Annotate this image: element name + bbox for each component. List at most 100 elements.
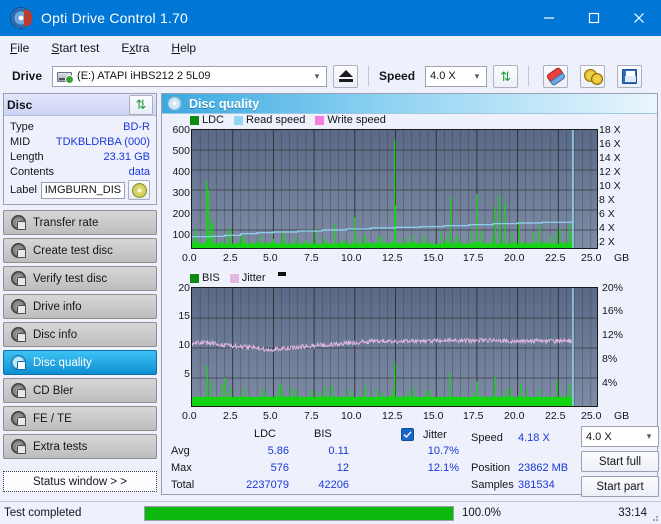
x-tick: 20.0 [504,410,525,422]
speed-select-value: 4.0 X [430,70,456,82]
x-axis-unit: GB [614,410,630,422]
disc-label-field[interactable]: IMGBURN_DIS [40,181,125,199]
sidebar-item-verify-test-disc[interactable]: Verify test disc [3,266,157,291]
position-stat-label: Position [471,462,511,474]
disc-label-row: Label IMGBURN_DIS [10,180,150,200]
drive-select[interactable]: (E:) ATAPI iHBS212 2 5L09 ▾ [52,65,328,87]
toolbar-divider [368,66,370,86]
toolbar-divider [528,66,530,86]
sidebar-item-label: Disc quality [33,356,92,369]
disc-row-key: MID [10,135,31,148]
status-window-button[interactable]: Status window > > [3,471,157,492]
y-tick-right: 6 X [599,208,615,220]
legend-swatch [234,115,244,125]
y-tick-right: 4 X [599,222,615,234]
sidebar-item-create-test-disc[interactable]: Create test disc [3,238,157,263]
erase-button[interactable] [543,64,569,88]
window-title: Opti Drive Control 1.70 [41,10,188,26]
sidebar-item-drive-info[interactable]: Drive info [3,294,157,319]
disc-row-value: BD-R [123,120,150,133]
x-tick: 5.0 [263,410,278,422]
legend-entry-read-speed: Read speed [234,114,305,126]
speed-select[interactable]: 4.0 X ▾ [425,65,488,87]
x-tick: 2.5 [223,410,238,422]
sidebar-item-disc-quality[interactable]: Disc quality [3,350,157,375]
x-tick: 25.0 [581,410,602,422]
speed-stat-label: Speed [471,432,503,444]
progress-bar [144,505,454,521]
menu-item-file[interactable]: FFileile [8,39,31,57]
start-part-button[interactable]: Start part [581,476,659,497]
maximize-icon[interactable] [571,0,616,36]
test-speed-select[interactable]: 4.0 X ▾ [581,426,659,447]
start-full-button[interactable]: Start full [581,451,659,472]
disc-row-length: Length 23.31 GB [10,149,150,164]
drive-icon [57,69,75,84]
x-tick: 15.0 [423,410,444,422]
disc-quality-panel: Disc quality LDC Read speed Write speed … [161,93,659,497]
x-tick: 0.0 [182,252,197,264]
menu-item-start-test[interactable]: Start test [49,39,101,57]
sidebar-item-fe-te[interactable]: FE / TE [3,406,157,431]
y-tick-right: 14 X [599,152,621,164]
disc-row-value: data [128,165,150,178]
y-tick-right: 12 X [599,166,621,178]
x-tick: 15.0 [423,252,444,264]
title-bar: Opti Drive Control 1.70 [0,0,661,36]
legend-swatch [229,273,239,283]
bis-avg-value: 0.11 [328,445,349,457]
jitter-checkbox[interactable] [401,428,414,441]
gears-icon [584,68,604,85]
settings-button[interactable] [580,64,606,88]
bis-total-value: 42206 [318,479,349,491]
y-tick-right: 4% [602,377,618,389]
y-tick-right: 16% [602,305,624,317]
status-bar: Test completed 100.0% 33:14 [0,501,661,524]
sidebar-item-cd-bler[interactable]: CD Bler [3,378,157,403]
cd-icon [131,182,147,198]
jitter-label: Jitter [423,429,447,441]
sidebar-item-disc-info[interactable]: Disc info [3,322,157,347]
eject-button[interactable] [333,64,359,88]
bis-chart: BIS Jitter 20 15 10 5 20% 16% 12% 8% 4% … [162,272,657,424]
x-tick: 25.0 [581,252,602,264]
save-button[interactable] [617,64,643,88]
y-tick-right: 8% [602,353,618,365]
ldc-plot-area [191,129,598,249]
jitter-avg-value: 10.7% [427,445,459,457]
menu-item-extra[interactable]: Extra [119,39,151,57]
x-tick: 22.5 [545,410,566,422]
eraser-icon [545,66,566,86]
y-tick-right: 18 X [599,124,621,136]
bis-chart-legend: BIS Jitter [190,272,286,284]
legend-label: BIS [202,272,220,284]
resize-grip-icon[interactable] [649,512,659,522]
close-icon[interactable] [616,0,661,36]
minimize-icon[interactable] [526,0,571,36]
x-tick: 7.5 [304,410,319,422]
disc-refresh-button[interactable]: ⇅ [129,94,153,115]
stats-col-ldc: LDC [254,428,277,440]
disc-test-icon [11,355,26,370]
refresh-button[interactable]: ⇅ [493,64,519,88]
app-disc-icon [10,7,32,29]
disc-row-mid: MID TDKBLDRBA (000) [10,134,150,149]
page-title: Disc quality [189,96,260,111]
legend-swatch [315,115,325,125]
sidebar-item-transfer-rate[interactable]: Transfer rate [3,210,157,235]
test-speed-value: 4.0 X [586,430,612,443]
samples-stat-label: Samples [471,479,514,491]
menu-item-help[interactable]: Help [169,39,198,57]
stats-row-avg: Avg [171,445,190,457]
x-tick: 17.5 [463,252,484,264]
window-controls [526,0,661,36]
disc-label-button[interactable] [128,180,150,200]
sidebar-item-label: Create test disc [33,244,113,257]
disc-panel-title: Disc [7,97,33,112]
drive-select-value: (E:) ATAPI iHBS212 2 5L09 [77,70,211,82]
x-tick: 22.5 [545,252,566,264]
sidebar-item-extra-tests[interactable]: Extra tests [3,434,157,459]
jitter-max-value: 12.1% [427,462,459,474]
y-tick-left: 500 [172,145,190,157]
